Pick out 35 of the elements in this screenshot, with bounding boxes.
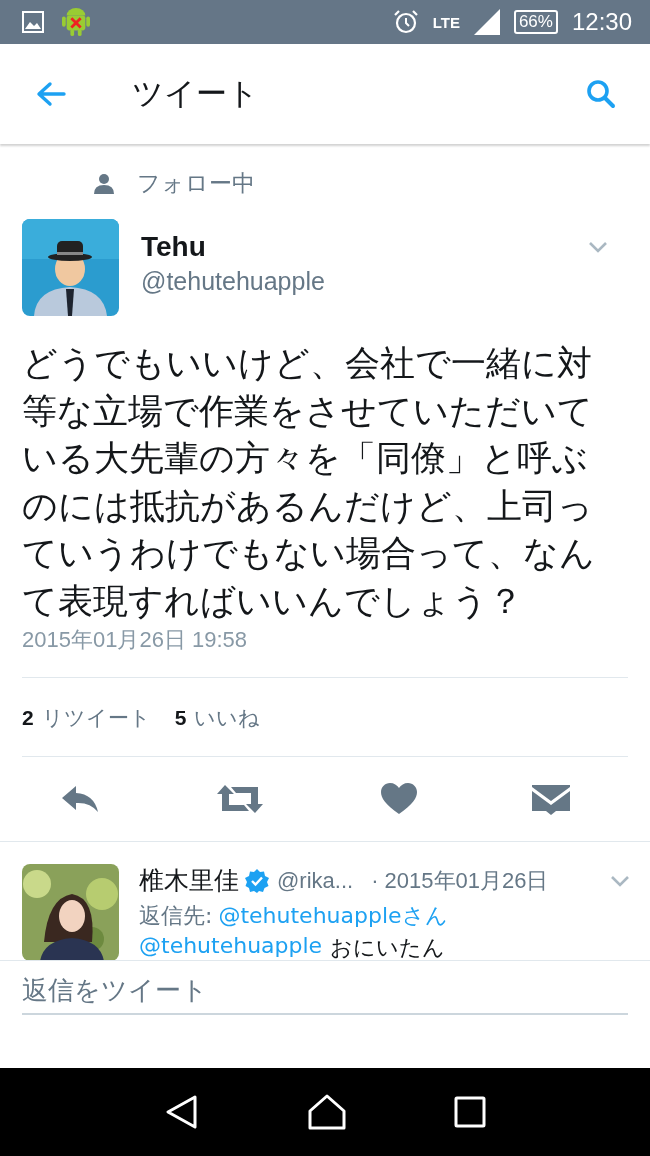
user-handle[interactable]: @tehutehuapple [141,267,325,296]
reply-input-field[interactable]: 返信をツイート [22,969,628,1015]
reply-date: · 2015年01月26日 [371,866,549,895]
stat-label[interactable]: リツイート [41,704,151,732]
person-icon [93,172,115,195]
stat-count[interactable]: 5 [174,706,187,730]
back-icon[interactable] [164,1094,200,1130]
back-arrow-icon[interactable] [36,81,66,107]
signal-icon [473,9,500,35]
tweet-timestamp: 2015年01月26日 19:58 [22,625,628,678]
reply-text: おにいたん [330,934,446,962]
tweet-text: どうでもいいけど、会社で一緒に対等な立場で作業をさせていただいている大先輩の方々を「同僚」と呼ぶのには抵抗があるんだけど、上司っていうわけでもない場合って、なんて表現すればいいんでしょう？ [22,342,596,623]
user-name[interactable]: Tehu [141,231,325,263]
network-label: LTE [432,14,460,31]
user-name[interactable]: 椎木里佳 [139,864,239,897]
retweet-icon[interactable] [215,783,266,815]
recent-apps-icon[interactable] [454,1096,486,1128]
screen-title: ツイート [132,74,259,113]
robot-icon [62,7,90,37]
stat-count[interactable]: 2 [22,706,34,730]
envelope-icon[interactable] [532,783,570,815]
home-icon[interactable] [308,1094,346,1130]
search-icon[interactable] [586,79,616,109]
alarm-icon [392,9,419,35]
reply-to-link[interactable]: @tehutehuappleさん [218,901,448,931]
stat-label[interactable]: いいね [194,704,261,732]
battery-indicator: 66% [513,10,558,34]
image-icon [22,11,44,33]
clock: 12:30 [571,8,632,36]
following-label: フォロー中 [137,169,255,198]
heart-icon[interactable] [380,783,417,815]
reply-icon[interactable] [60,784,100,814]
mention-link[interactable]: @tehutehuapple [139,933,323,963]
reply-to-label: 返信先: [139,902,213,930]
user-handle[interactable]: @rika... [277,867,354,894]
